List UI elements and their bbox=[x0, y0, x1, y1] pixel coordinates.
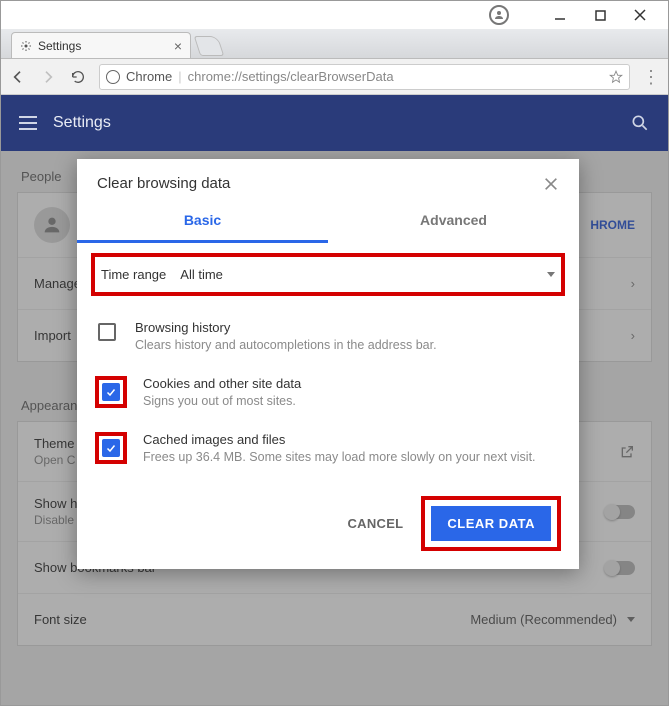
close-dialog-button[interactable] bbox=[543, 176, 559, 192]
clear-data-button[interactable]: CLEAR DATA bbox=[431, 506, 551, 541]
item-title: Cookies and other site data bbox=[143, 376, 301, 391]
back-button[interactable] bbox=[9, 68, 27, 86]
tab-strip: Settings × bbox=[1, 29, 668, 59]
checkbox[interactable] bbox=[102, 439, 120, 457]
browser-tab[interactable]: Settings × bbox=[11, 32, 191, 58]
maximize-button[interactable] bbox=[580, 1, 620, 29]
page-title: Settings bbox=[53, 114, 111, 132]
origin-label: Chrome bbox=[126, 69, 172, 84]
settings-header: Settings bbox=[1, 95, 668, 151]
checkbox[interactable] bbox=[98, 323, 116, 341]
dialog-tabs: Basic Advanced bbox=[77, 202, 579, 243]
clear-item: Cached images and files Frees up 36.4 MB.… bbox=[95, 420, 561, 476]
search-icon[interactable] bbox=[630, 113, 650, 133]
minimize-button[interactable] bbox=[540, 1, 580, 29]
profile-icon[interactable] bbox=[489, 5, 509, 25]
gear-icon bbox=[20, 40, 32, 52]
item-title: Browsing history bbox=[135, 320, 437, 335]
url-text: chrome://settings/clearBrowserData bbox=[188, 69, 394, 84]
checkbox[interactable] bbox=[102, 383, 120, 401]
bookmark-star-icon[interactable] bbox=[609, 70, 623, 84]
item-sub: Clears history and autocompletions in th… bbox=[135, 338, 437, 352]
window-titlebar bbox=[1, 1, 668, 29]
chrome-origin-icon bbox=[106, 70, 120, 84]
tab-advanced[interactable]: Advanced bbox=[328, 202, 579, 243]
clear-browsing-data-dialog: Clear browsing data Basic Advanced Time … bbox=[77, 159, 579, 569]
forward-button[interactable] bbox=[39, 68, 57, 86]
dialog-title: Clear browsing data bbox=[97, 175, 230, 192]
item-sub: Signs you out of most sites. bbox=[143, 394, 301, 408]
new-tab-button[interactable] bbox=[194, 36, 224, 56]
tab-basic[interactable]: Basic bbox=[77, 202, 328, 243]
hamburger-icon[interactable] bbox=[19, 116, 37, 130]
reload-button[interactable] bbox=[69, 68, 87, 86]
address-bar[interactable]: Chrome | chrome://settings/clearBrowserD… bbox=[99, 64, 630, 90]
browser-menu-button[interactable]: ⋮ bbox=[642, 72, 660, 82]
tab-title: Settings bbox=[38, 39, 81, 53]
time-range-select[interactable]: All time bbox=[180, 267, 555, 282]
clear-item: Cookies and other site data Signs you out… bbox=[95, 364, 561, 420]
cancel-button[interactable]: CANCEL bbox=[347, 516, 403, 531]
time-range-row: Time range All time bbox=[91, 253, 565, 296]
time-range-label: Time range bbox=[101, 267, 166, 282]
item-title: Cached images and files bbox=[143, 432, 536, 447]
clear-item: Browsing history Clears history and autoc… bbox=[95, 308, 561, 364]
close-window-button[interactable] bbox=[620, 1, 660, 29]
caret-down-icon bbox=[547, 272, 555, 277]
tab-close-icon[interactable]: × bbox=[174, 38, 182, 54]
toolbar: Chrome | chrome://settings/clearBrowserD… bbox=[1, 59, 668, 95]
item-sub: Frees up 36.4 MB. Some sites may load mo… bbox=[143, 450, 536, 464]
